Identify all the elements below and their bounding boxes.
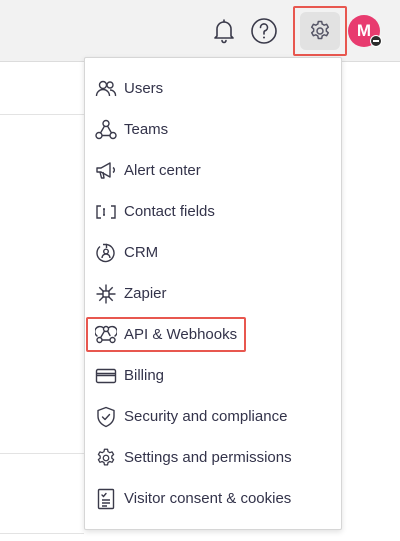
settings-dropdown-menu: Users Teams Alert center Contact fields xyxy=(84,57,342,530)
menu-item-label: API & Webhooks xyxy=(124,326,238,343)
menu-item-billing[interactable]: Billing xyxy=(85,355,341,396)
avatar-status-badge xyxy=(370,35,382,47)
background-divider xyxy=(0,114,84,115)
notifications-button[interactable] xyxy=(210,15,238,47)
menu-item-label: Teams xyxy=(124,121,169,138)
menu-item-alert-center[interactable]: Alert center xyxy=(85,150,341,191)
menu-item-zapier[interactable]: Zapier xyxy=(85,273,341,314)
help-icon xyxy=(251,18,277,44)
menu-item-label: Zapier xyxy=(124,285,167,302)
menu-item-label: Visitor consent & cookies xyxy=(124,490,292,507)
menu-item-security[interactable]: Security and compliance xyxy=(85,396,341,437)
menu-item-label: Billing xyxy=(124,367,165,384)
webhooks-icon xyxy=(95,324,117,346)
settings-button-bg xyxy=(300,12,340,50)
users-icon xyxy=(95,78,117,100)
menu-item-label: Settings and permissions xyxy=(124,449,292,466)
avatar-initial: M xyxy=(356,21,372,40)
background-divider xyxy=(0,533,84,534)
menu-item-teams[interactable]: Teams xyxy=(85,109,341,150)
menu-item-label: Contact fields xyxy=(124,203,215,220)
menu-item-label: Alert center xyxy=(124,162,201,179)
card-icon xyxy=(95,365,117,387)
menu-item-label: Security and compliance xyxy=(124,408,288,425)
megaphone-icon xyxy=(95,160,117,182)
contact-fields-icon xyxy=(95,201,117,223)
menu-item-label: CRM xyxy=(124,244,159,261)
background-divider xyxy=(0,453,84,454)
menu-item-contact-fields[interactable]: Contact fields xyxy=(85,191,341,232)
menu-item-settings-permissions[interactable]: Settings and permissions xyxy=(85,437,341,478)
gear-icon xyxy=(95,447,117,469)
crm-icon xyxy=(95,242,117,264)
settings-button[interactable] xyxy=(293,6,347,56)
shield-icon xyxy=(95,406,117,428)
gear-icon xyxy=(310,20,330,40)
menu-item-label: Users xyxy=(124,80,164,97)
consent-doc-icon xyxy=(95,488,117,510)
help-button[interactable] xyxy=(248,14,280,48)
menu-item-crm[interactable]: CRM xyxy=(85,232,341,273)
bell-icon xyxy=(214,19,234,44)
menu-item-visitor-consent[interactable]: Visitor consent & cookies xyxy=(85,478,341,519)
zapier-icon xyxy=(95,283,117,305)
teams-icon xyxy=(95,119,117,141)
menu-item-users[interactable]: Users xyxy=(85,68,341,109)
menu-item-api-webhooks[interactable]: API & Webhooks xyxy=(85,314,341,355)
